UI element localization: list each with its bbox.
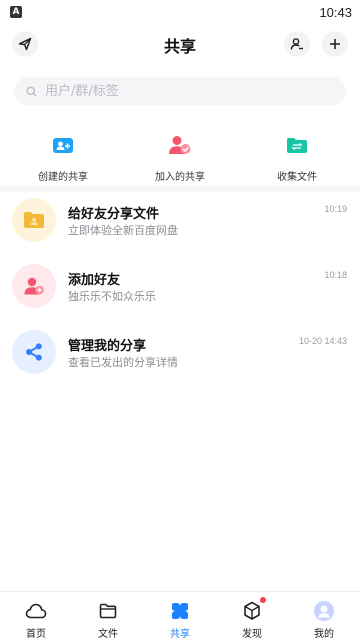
nav-label: 发现 (242, 629, 262, 639)
list-item-avatar (12, 330, 56, 374)
list-item-title: 给好友分享文件 (68, 207, 160, 222)
header: 共享 (0, 24, 360, 66)
add-button[interactable] (322, 31, 348, 57)
send-icon (18, 37, 32, 51)
nav-label: 文件 (98, 629, 118, 639)
joined-shares-button[interactable]: 加入的共享 (137, 122, 223, 186)
created-shares-button[interactable]: 创建的共享 (20, 122, 106, 186)
status-bar: A 10:43 (0, 0, 360, 24)
share-manage-icon (26, 343, 42, 361)
list-item-title: 添加好友 (68, 273, 121, 288)
shortcut-label: 收集文件 (277, 172, 317, 183)
joined-share-icon (169, 136, 191, 154)
shortcut-label: 加入的共享 (155, 172, 205, 183)
nav-files[interactable]: 文件 (72, 592, 144, 639)
list-item-time: 10-20 14:43 (298, 336, 347, 346)
collect-files-button[interactable]: 收集文件 (254, 122, 340, 186)
send-button[interactable] (12, 31, 38, 57)
cloud-home-icon (25, 603, 47, 619)
page-title: 共享 (163, 37, 196, 56)
list-item-title: 管理我的分享 (68, 339, 147, 354)
bottom-nav: 首页 文件 共享 发现 我的 (0, 591, 360, 639)
nav-share[interactable]: 共享 (144, 592, 216, 639)
list-item-avatar (12, 264, 56, 308)
list-item-add-friend[interactable]: 添加好友 独乐乐不如众乐乐 10:18 (0, 258, 360, 324)
search-bar[interactable] (14, 77, 346, 105)
cube-icon (244, 601, 260, 620)
list-item-time: 10:19 (324, 204, 347, 214)
folder-icon (99, 603, 117, 619)
folder-share-icon (24, 212, 44, 228)
nav-label: 我的 (314, 629, 334, 639)
contacts-button[interactable] (284, 31, 310, 57)
search-icon (26, 86, 37, 96)
share-shortcuts: 创建的共享 加入的共享 收集文件 (0, 122, 360, 186)
nav-profile[interactable]: 我的 (288, 592, 360, 639)
nav-label: 共享 (170, 629, 190, 639)
nav-discover[interactable]: 发现 (216, 592, 288, 639)
list-item-share-to-friend[interactable]: 给好友分享文件 立即体验全新百度网盘 10:19 (0, 192, 360, 258)
nav-label: 首页 (26, 629, 46, 639)
list-item-subtitle: 查看已发出的分享详情 (68, 356, 178, 369)
plus-icon (330, 39, 340, 49)
list-item-avatar (12, 198, 56, 242)
status-indicator-icon: A (10, 6, 22, 18)
add-friend-icon (24, 277, 44, 295)
contacts-icon (290, 38, 303, 50)
profile-icon (314, 601, 334, 621)
collect-files-icon (287, 138, 307, 153)
search-input[interactable] (45, 83, 325, 99)
share-icon (172, 603, 188, 619)
nav-home[interactable]: 首页 (0, 592, 72, 639)
status-time: 10:43 (319, 4, 352, 20)
notification-dot (260, 597, 266, 603)
create-share-icon (53, 138, 73, 153)
list-item-time: 10:18 (324, 270, 347, 280)
list-item-manage-shares[interactable]: 管理我的分享 查看已发出的分享详情 10-20 14:43 (0, 324, 360, 390)
list-item-subtitle: 立即体验全新百度网盘 (68, 224, 178, 237)
share-list: 给好友分享文件 立即体验全新百度网盘 10:19 添加好友 独乐乐不如众乐乐 1… (0, 192, 360, 390)
list-item-subtitle: 独乐乐不如众乐乐 (68, 290, 156, 303)
shortcut-label: 创建的共享 (38, 172, 88, 183)
